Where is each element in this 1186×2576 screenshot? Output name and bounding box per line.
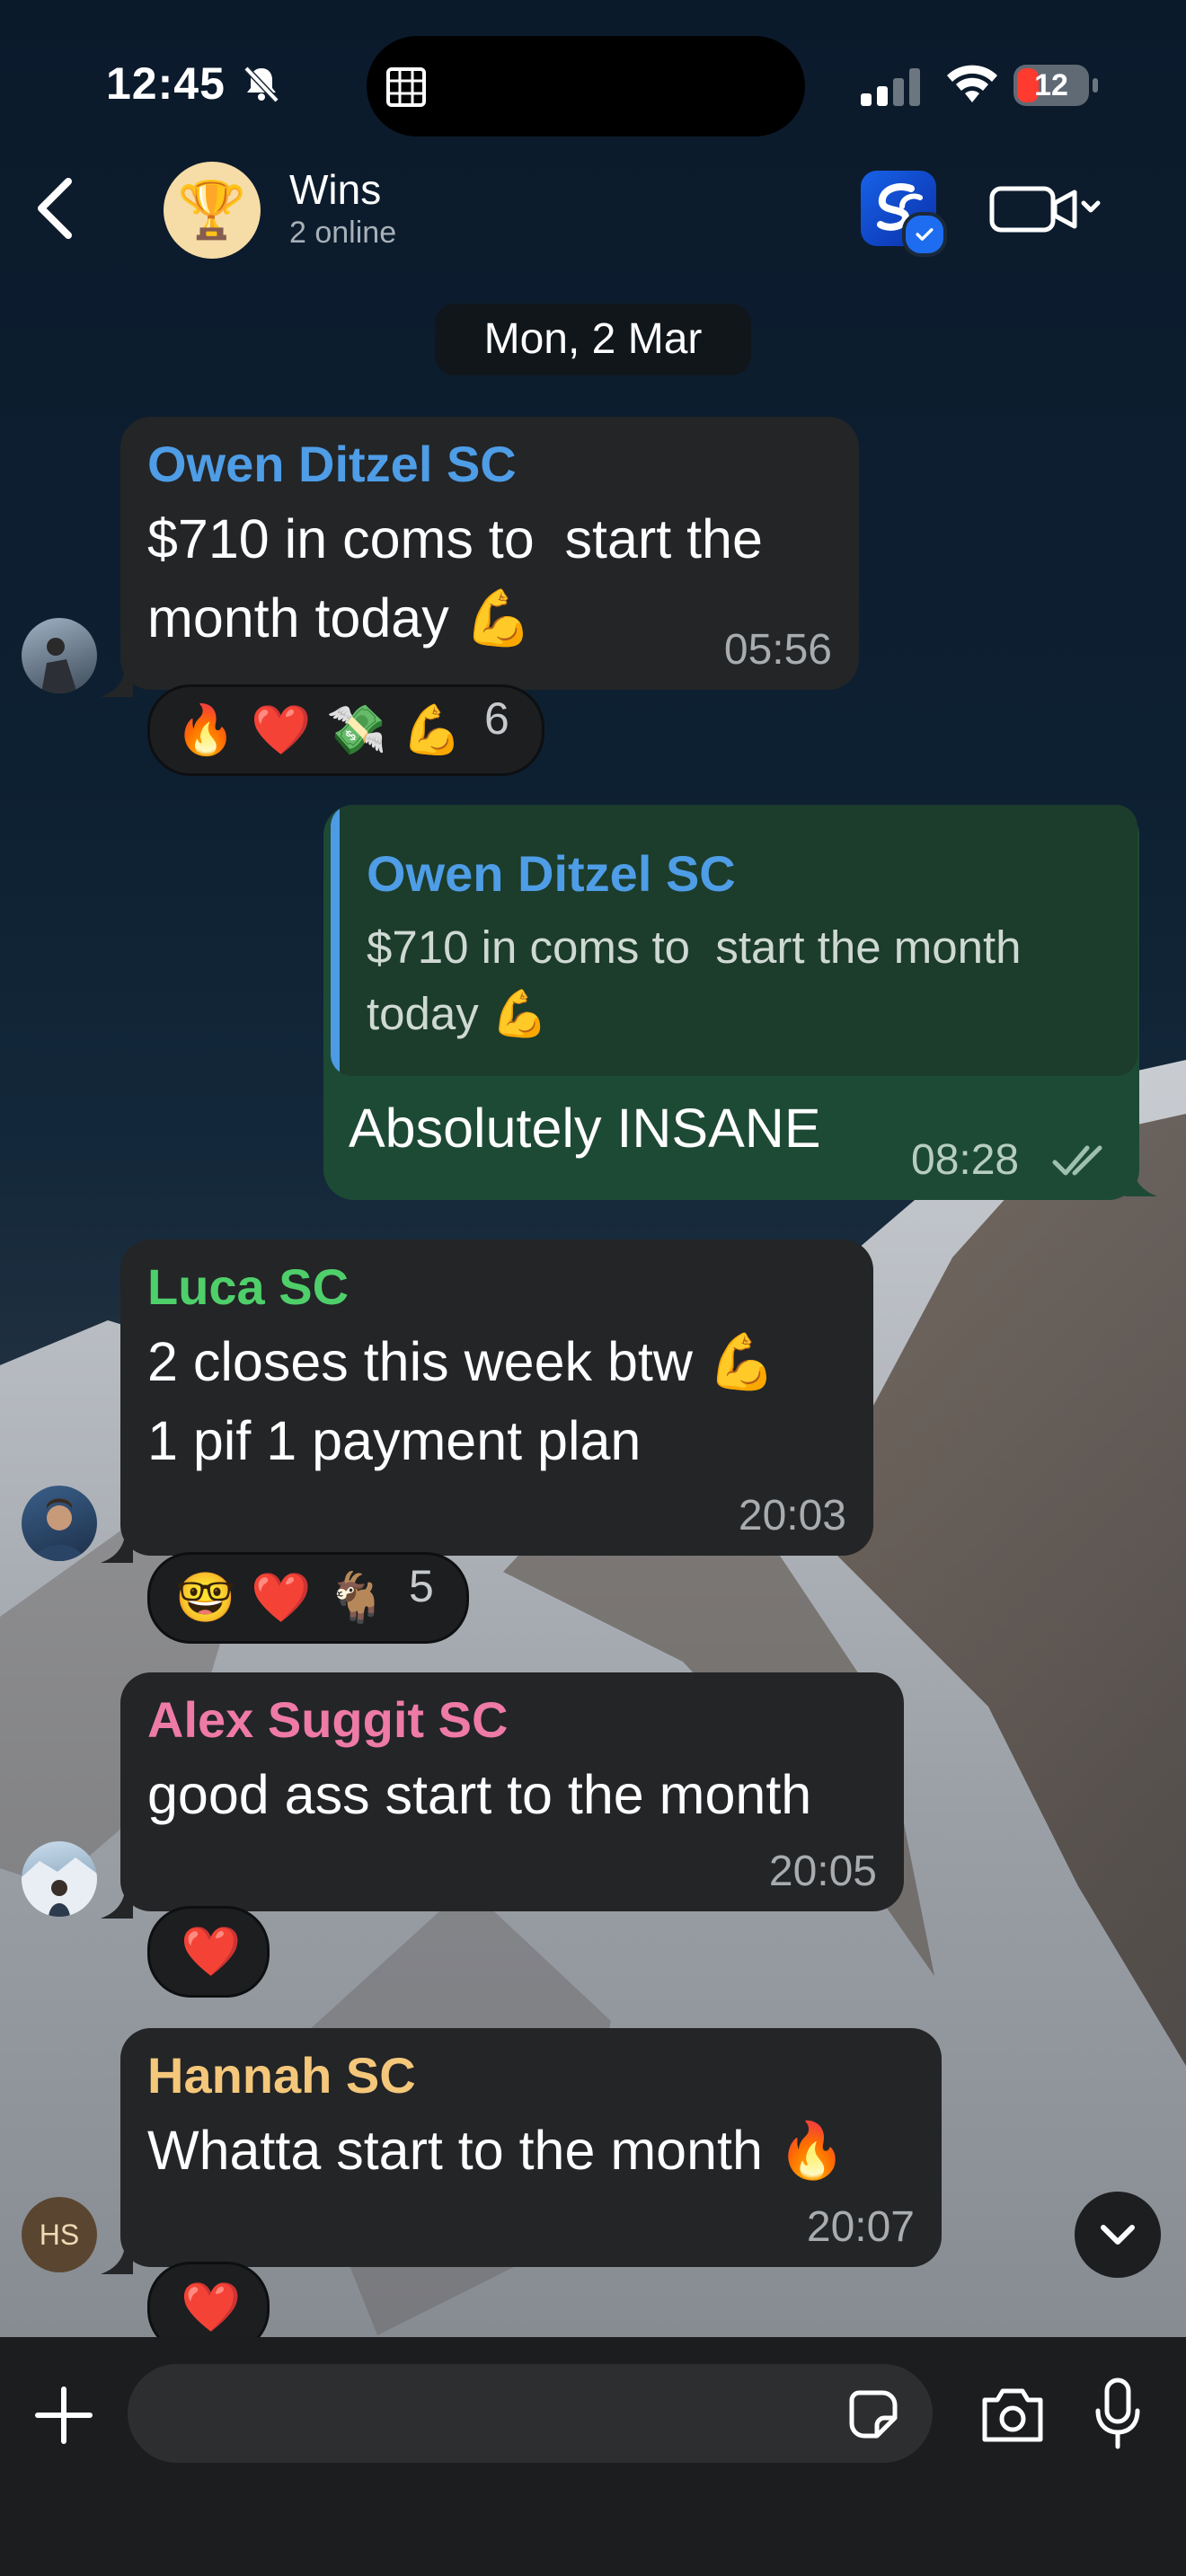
chat-header: 🏆 Wins 2 online: [0, 153, 1186, 269]
wifi-icon: [947, 65, 997, 102]
date-divider: Mon, 2 Mar: [435, 304, 751, 375]
sender-avatar-luca[interactable]: [22, 1486, 97, 1561]
video-call-icon[interactable]: [988, 180, 1105, 237]
person-photo-icon: [41, 638, 77, 693]
bubble-tail: [1125, 1164, 1157, 1196]
message-time: 08:28: [911, 1136, 1020, 1184]
message-text: 1 pif 1 payment plan: [147, 1410, 642, 1471]
reaction-count: 6: [484, 693, 509, 744]
battery-level: 12: [1034, 68, 1068, 102]
sender-name: Hannah SC: [147, 2047, 416, 2104]
quoted-text: $710 in coms to start the month: [367, 922, 1022, 973]
reaction-goat: 🐐: [326, 1571, 387, 1625]
message-bubble-owen[interactable]: Owen Ditzel SC $710 in coms to start the…: [120, 417, 859, 690]
chevron-down-icon: [1101, 2225, 1135, 2245]
status-bar: 12:45 12: [0, 0, 1186, 153]
microphone-icon[interactable]: [1093, 2377, 1143, 2452]
reactions-bar[interactable]: 🤓 ❤️ 🐐 5: [147, 1552, 469, 1644]
reaction-count: 5: [409, 1561, 434, 1611]
message-text: good ass start to the month: [147, 1764, 812, 1825]
reaction-money: 💸: [326, 703, 387, 757]
reaction-heart: ❤️: [181, 1925, 242, 1979]
cellular-signal-icon: [861, 68, 920, 106]
camera-icon[interactable]: [979, 2384, 1046, 2445]
message-time: 05:56: [723, 626, 832, 674]
composer-bar: [0, 2337, 1186, 2576]
sender-avatar-owen[interactable]: [22, 618, 97, 693]
scroll-to-bottom-button[interactable]: [1075, 2192, 1161, 2278]
reaction-muscle: 💪: [402, 703, 463, 757]
message-bubble-alex[interactable]: Alex Suggit SC good ass start to the mon…: [120, 1672, 904, 1911]
app-shortcut-icon[interactable]: [861, 171, 947, 257]
quote-accent-bar: [331, 805, 340, 1076]
message-text: 2 closes this week btw 💪: [147, 1331, 776, 1392]
reactions-bar[interactable]: ❤️: [147, 1906, 270, 1998]
online-count: 2 online: [289, 216, 397, 250]
quoted-sender: Owen Ditzel SC: [367, 845, 736, 902]
group-avatar[interactable]: 🏆: [164, 162, 261, 259]
message-bubble-hannah[interactable]: Hannah SC Whatta start to the month 🔥 20…: [120, 2028, 942, 2267]
battery-indicator: 12: [1013, 65, 1100, 106]
read-receipt-icon: [1052, 1145, 1102, 1176]
reaction-heart: ❤️: [251, 703, 312, 757]
clock: 12:45: [106, 58, 226, 109]
avatar-initials: HS: [39, 2219, 80, 2251]
back-chevron-icon[interactable]: [27, 172, 84, 244]
message-time: 20:07: [806, 2203, 915, 2251]
sender-name: Alex Suggit SC: [147, 1691, 509, 1748]
message-time: 20:03: [738, 1492, 846, 1539]
message-time: 20:05: [768, 1848, 877, 1895]
reactions-bar[interactable]: 🔥 ❤️ 💸 💪 6: [147, 684, 544, 776]
sender-name: Owen Ditzel SC: [147, 436, 517, 492]
sender-avatar-hannah[interactable]: HS: [22, 2197, 97, 2272]
message-input[interactable]: [128, 2364, 933, 2463]
message-text: month today 💪: [147, 587, 533, 648]
verified-check-icon: [902, 212, 947, 257]
reaction-nerd: 🤓: [175, 1571, 236, 1625]
message-text: Whatta start to the month 🔥: [147, 2120, 846, 2181]
silent-bell-icon: [243, 66, 279, 103]
person-photo-icon: [34, 1498, 84, 1561]
sender-name: Luca SC: [147, 1258, 350, 1315]
plus-icon[interactable]: [32, 2384, 95, 2447]
message-text: $710 in coms to start the: [147, 508, 763, 569]
dynamic-island: [367, 36, 805, 137]
sticker-icon[interactable]: [846, 2387, 900, 2441]
quoted-reply[interactable]: Owen Ditzel SC $710 in coms to start the…: [331, 805, 1137, 1076]
reaction-fire: 🔥: [175, 703, 236, 757]
chat-title[interactable]: Wins: [289, 165, 381, 214]
sender-avatar-alex[interactable]: [22, 1841, 97, 1917]
message-text: Absolutely INSANE: [349, 1098, 821, 1159]
quoted-text: today 💪: [367, 988, 549, 1039]
person-photo-icon: [22, 1857, 97, 1917]
grid-icon: [386, 67, 426, 107]
reaction-heart: ❤️: [251, 1571, 312, 1625]
message-bubble-luca[interactable]: Luca SC 2 closes this week btw 💪 1 pif 1…: [120, 1239, 873, 1556]
